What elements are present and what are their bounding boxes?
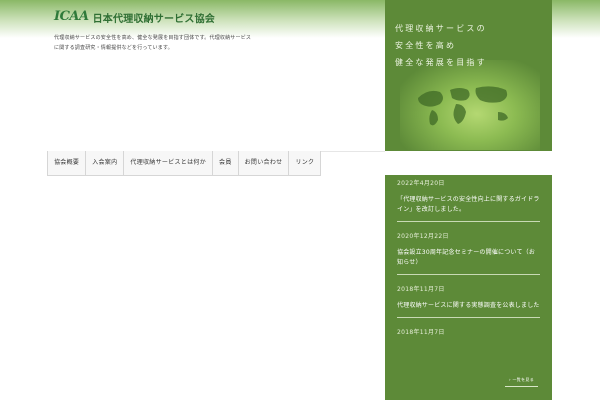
site-logo[interactable]: ICAA 日本代理収納サービス協会	[54, 9, 215, 25]
news-date: 2018年11月7日	[397, 286, 445, 293]
hero-line: 安全性を高め	[395, 41, 457, 50]
nav-item-contact[interactable]: お問い合わせ	[239, 151, 290, 175]
news-date: 2020年12月22日	[397, 233, 449, 240]
news-title-link[interactable]: 「代理収納サービスの安全性向上に関するガイドライン」を改訂しました。	[397, 195, 540, 222]
news-date: 2018年11月7日	[397, 329, 445, 336]
page: ICAA 日本代理収納サービス協会 代理収納サービスの安全性を高め、健全な発展を…	[0, 0, 600, 400]
hero-tagline: 代理収納サービスの 安全性を高め 健全な発展を目指す	[395, 20, 487, 71]
nav-item-about[interactable]: 協会概要	[48, 151, 87, 175]
more-news-label: 一覧を見る	[512, 377, 534, 382]
news-title-link[interactable]: 代理収納サービスに関する実態調査を公表しました	[397, 301, 540, 318]
news-title-link[interactable]: 協会設立30周年記念セミナーの開催について（お知らせ）	[397, 248, 540, 275]
more-news-button[interactable]: › 一覧を見る	[505, 375, 538, 387]
hero-line: 健全な発展を目指す	[395, 58, 487, 67]
nav-item-join[interactable]: 入会案内	[86, 151, 125, 175]
main-navigation: 協会概要 入会案内 代理収納サービスとは何か 会員 お問い合わせ リンク	[47, 151, 322, 176]
news-item: 「代理収納サービスの安全性向上に関するガイドライン」を改訂しました。	[385, 195, 552, 222]
nav-item-links[interactable]: リンク	[289, 151, 320, 175]
news-item: 2020年12月22日 協会設立30周年記念セミナーの開催について（お知らせ）	[385, 228, 552, 275]
nav-item-members[interactable]: 会員	[213, 151, 239, 175]
site-description: 代理収納サービスの安全性を高め、健全な発展を目指す団体です。代理収納サービスに関…	[54, 35, 252, 51]
world-map-icon	[418, 86, 508, 126]
news-item: 2018年11月7日 代理収納サービスに関する実態調査を公表しました	[385, 281, 552, 318]
news-date: 2022年4月20日	[397, 180, 445, 187]
hero-line: 代理収納サービスの	[395, 24, 487, 33]
news-item: 2022年4月20日	[385, 175, 552, 189]
news-item: 2018年11月7日	[385, 324, 552, 338]
nav-item-service[interactable]: 代理収納サービスとは何か	[124, 151, 214, 175]
organization-name: 日本代理収納サービス協会	[92, 13, 216, 25]
logo-mark: ICAA	[54, 9, 89, 24]
hero-banner: 代理収納サービスの 安全性を高め 健全な発展を目指す	[385, 0, 552, 151]
news-sidebar: 2022年4月20日 「代理収納サービスの安全性向上に関するガイドライン」を改訂…	[385, 175, 552, 400]
